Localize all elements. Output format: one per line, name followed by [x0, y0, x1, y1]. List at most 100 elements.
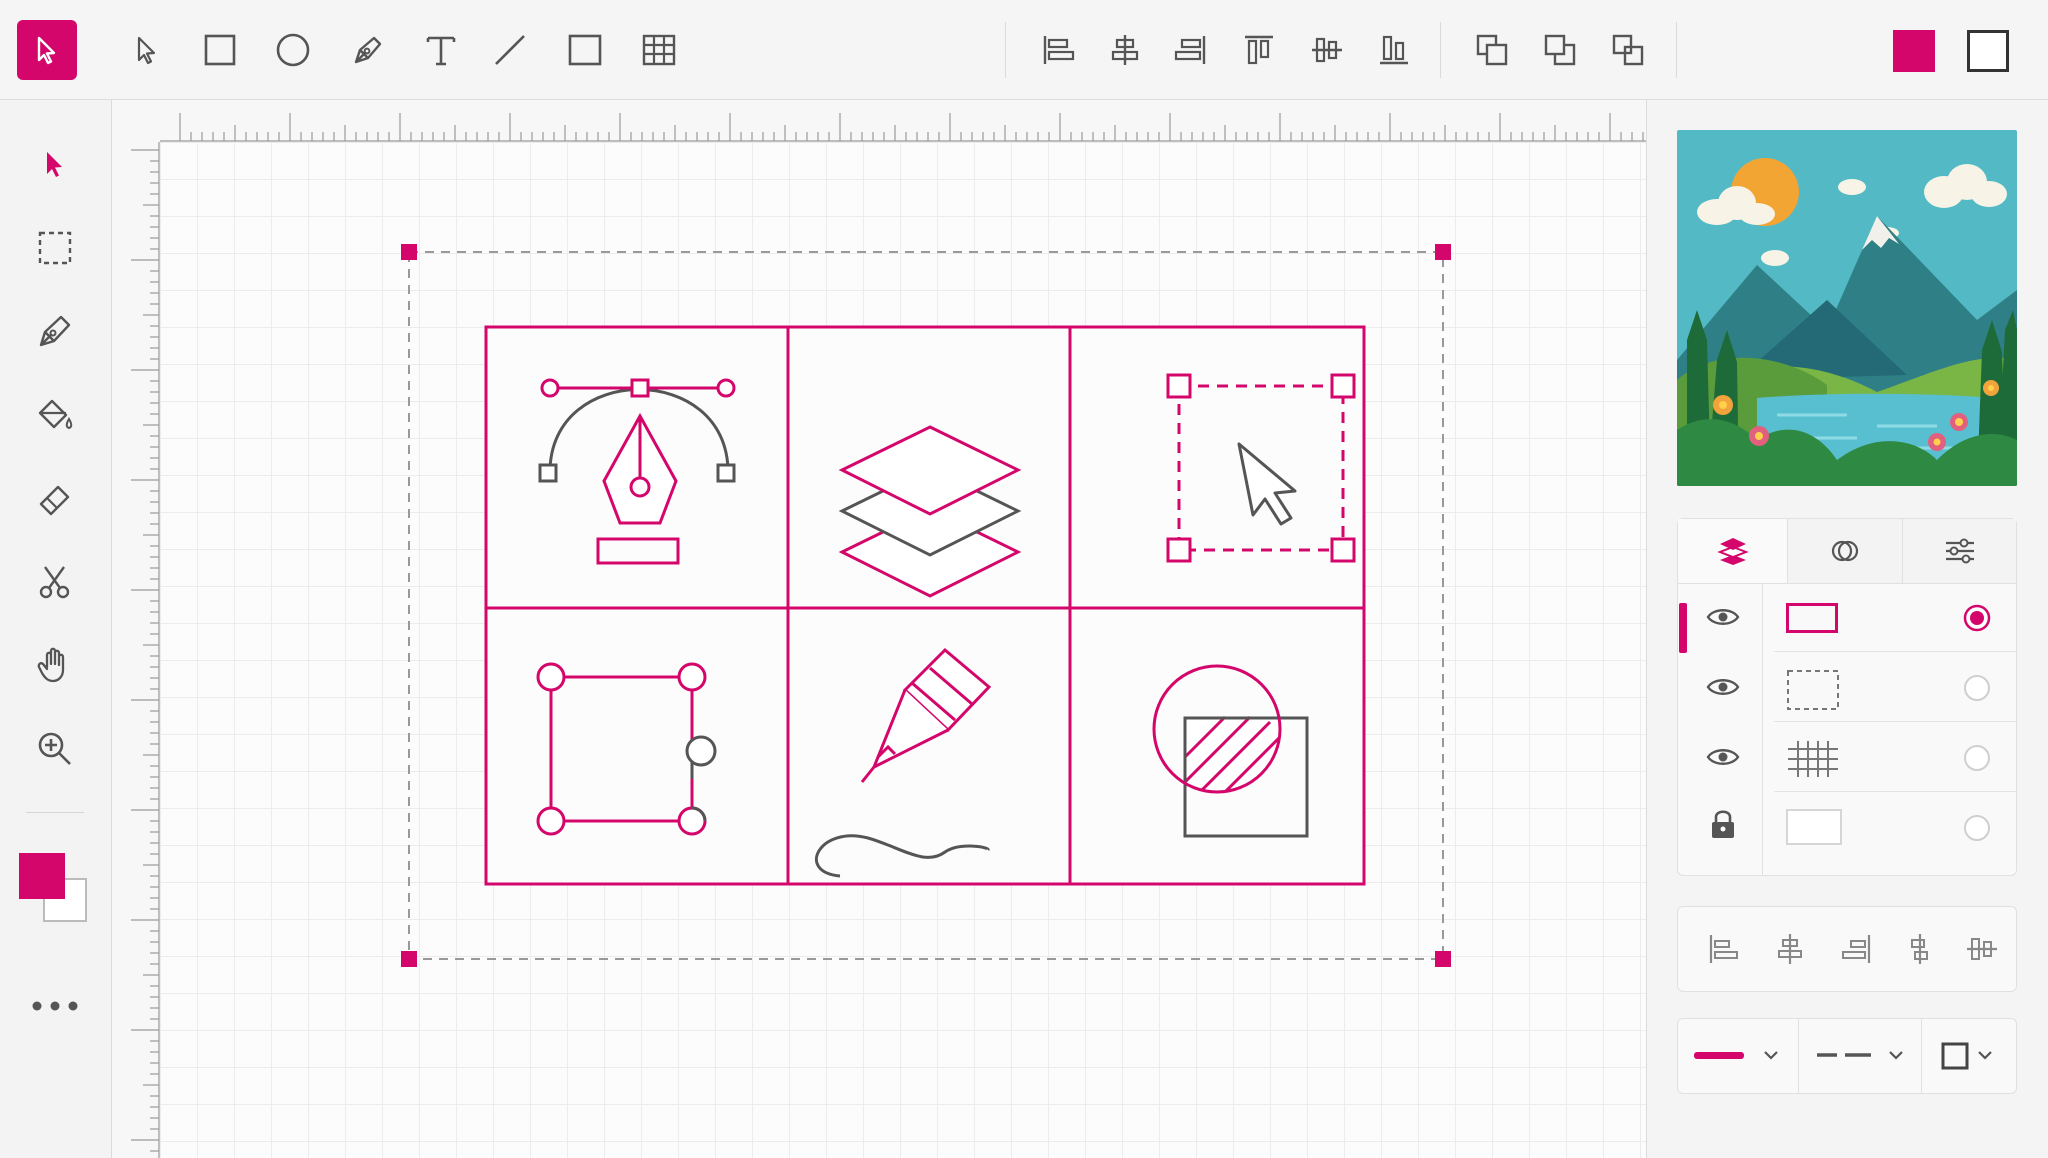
- more-tools-button[interactable]: [30, 998, 80, 1014]
- pen-nib-icon: [354, 36, 382, 64]
- panel-align-right-button[interactable]: [1838, 931, 1874, 967]
- layer-thumbnail: [1786, 809, 1842, 845]
- eye-icon[interactable]: [1706, 673, 1740, 701]
- row-divider: [1774, 791, 2016, 792]
- scissors-button[interactable]: [26, 553, 84, 611]
- stroke-color-dropdown[interactable]: [1678, 1019, 1799, 1093]
- direct-select-tool-button[interactable]: [116, 20, 176, 80]
- eraser-button[interactable]: [26, 470, 84, 528]
- align-middle-icon: [1312, 37, 1342, 63]
- rectangle-icon: [204, 34, 236, 66]
- distribute-horizontal-icon: [1911, 934, 1928, 964]
- stroke-color-swatch[interactable]: [1967, 30, 2009, 72]
- layer-thumbnail: [1786, 603, 1838, 633]
- line-tool-button[interactable]: [480, 20, 540, 80]
- line-icon: [495, 35, 525, 65]
- panel-distribute-horizontal-button[interactable]: [1902, 931, 1938, 967]
- landscape-thumbnail[interactable]: [1677, 130, 2017, 486]
- vertical-ruler[interactable]: [112, 142, 160, 1158]
- lock-icon[interactable]: [1708, 807, 1738, 841]
- panel-align-center-button[interactable]: [1772, 931, 1808, 967]
- icon-grid[interactable]: [484, 325, 1366, 886]
- group-button[interactable]: [1598, 20, 1658, 80]
- stroke-dash-dropdown[interactable]: [1799, 1019, 1922, 1093]
- send-backward-icon: [1544, 34, 1576, 66]
- eye-icon[interactable]: [1706, 603, 1740, 631]
- tab-layers[interactable]: [1678, 519, 1788, 583]
- selection-handle-bottom-right[interactable]: [1435, 951, 1451, 967]
- canvas-area: [112, 100, 1646, 1158]
- group-icon: [1612, 34, 1644, 66]
- layer-radio-selected[interactable]: [1962, 603, 1992, 633]
- panel-align-left-button[interactable]: [1706, 931, 1742, 967]
- fill-color-swatch[interactable]: [1893, 30, 1935, 72]
- selection-handle-top-left[interactable]: [401, 244, 417, 260]
- landscape-image: [1677, 130, 2017, 486]
- tab-adjustments[interactable]: [1903, 519, 2016, 583]
- select-arrow-button[interactable]: [26, 136, 84, 194]
- toolbar-divider: [1676, 22, 1677, 78]
- align-right-button[interactable]: [1161, 20, 1221, 80]
- align-center-icon: [1778, 934, 1802, 964]
- layer-radio[interactable]: [1962, 743, 1992, 773]
- artboard[interactable]: [160, 142, 1646, 1158]
- ellipse-icon: [276, 33, 310, 67]
- layer-row[interactable]: [1678, 723, 2016, 793]
- grid-icon: [642, 34, 676, 66]
- tab-blend[interactable]: [1788, 519, 1903, 583]
- horizontal-ruler[interactable]: [160, 100, 1646, 142]
- rectangle-tool-button[interactable]: [190, 20, 250, 80]
- layers-tab-icon: [1716, 538, 1749, 565]
- artwork-layer: [401, 244, 1451, 967]
- chevron-down-icon: [1764, 1051, 1778, 1060]
- table-tool-button[interactable]: [629, 20, 689, 80]
- zoom-button[interactable]: [26, 720, 84, 778]
- panel-distribute-vertical-button[interactable]: [1964, 931, 2000, 967]
- layer-radio[interactable]: [1962, 813, 1992, 843]
- selection-handle-bottom-left[interactable]: [401, 951, 417, 967]
- layer-thumbnail: [1787, 670, 1839, 710]
- distribute-vertical-icon: [1967, 938, 1997, 960]
- more-dots-icon: [32, 1001, 78, 1011]
- selection-handle-top-right[interactable]: [1435, 244, 1451, 260]
- send-backward-button[interactable]: [1530, 20, 1590, 80]
- bring-forward-icon: [1476, 34, 1508, 66]
- layer-row[interactable]: [1678, 793, 2016, 863]
- align-left-icon: [1709, 935, 1738, 963]
- paint-bucket-icon: [38, 399, 73, 430]
- align-left-button[interactable]: [1028, 20, 1088, 80]
- ellipse-tool-button[interactable]: [263, 20, 323, 80]
- text-tool-button[interactable]: [411, 20, 471, 80]
- fill-color-chip[interactable]: [19, 853, 65, 899]
- pen-button[interactable]: [26, 302, 84, 360]
- stroke-style-dropdown[interactable]: [1922, 1019, 2016, 1093]
- eye-icon[interactable]: [1706, 743, 1740, 771]
- adjustments-tab-icon: [1945, 538, 1974, 564]
- blend-tab-icon: [1831, 540, 1859, 562]
- frame-tool-button[interactable]: [555, 20, 615, 80]
- marquee-select-button[interactable]: [26, 219, 84, 277]
- align-center-button[interactable]: [1095, 20, 1155, 80]
- square-stroke-icon: [1941, 1042, 1969, 1070]
- align-top-icon: [1245, 35, 1273, 65]
- arrow-select-icon: [47, 152, 62, 177]
- layer-row[interactable]: [1678, 583, 2016, 653]
- pen-tool-button[interactable]: [338, 20, 398, 80]
- align-top-button[interactable]: [1229, 20, 1289, 80]
- hand-button[interactable]: [26, 636, 84, 694]
- align-middle-button[interactable]: [1297, 20, 1357, 80]
- arrow-pointer-icon: [37, 36, 56, 65]
- toolbar-divider: [1440, 22, 1441, 78]
- zoom-in-icon: [38, 732, 71, 765]
- layer-radio[interactable]: [1962, 673, 1992, 703]
- paint-bucket-button[interactable]: [26, 386, 84, 444]
- select-tool-button[interactable]: [17, 20, 77, 80]
- bring-forward-button[interactable]: [1462, 20, 1522, 80]
- hand-icon: [37, 647, 65, 683]
- chevron-down-icon: [1889, 1051, 1903, 1060]
- align-bottom-button[interactable]: [1364, 20, 1424, 80]
- right-panel: [1646, 100, 2048, 1158]
- layers-panel: [1677, 518, 2017, 876]
- row-divider: [1774, 721, 2016, 722]
- layer-row[interactable]: [1678, 653, 2016, 723]
